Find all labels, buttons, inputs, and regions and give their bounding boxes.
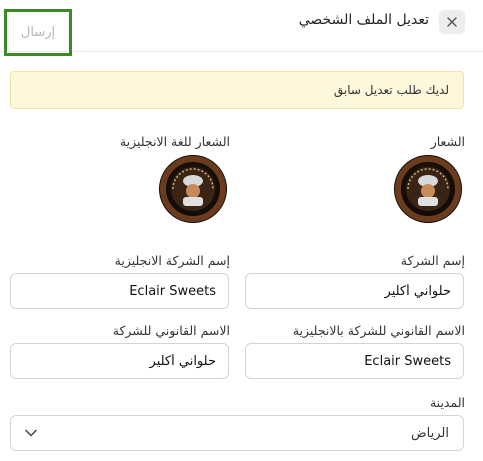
legal-name-field[interactable] [10, 343, 229, 379]
submit-button[interactable]: إرسال [21, 25, 55, 40]
company-name-en-input[interactable] [23, 283, 216, 299]
city-select[interactable]: الرياض [10, 415, 464, 451]
company-name-en-field[interactable] [10, 273, 229, 309]
logo-image[interactable] [394, 155, 462, 223]
company-name-input[interactable] [258, 283, 451, 299]
chevron-down-icon [25, 429, 37, 437]
legal-name-en-input[interactable] [258, 353, 451, 369]
company-name-label: إسم الشركة [400, 253, 465, 268]
bakery-logo [160, 156, 226, 222]
bakery-logo [395, 156, 461, 222]
dialog-header: تعديل الملف الشخصي إرسال [0, 0, 483, 56]
submit-highlight: إرسال [4, 9, 72, 56]
dialog-title: تعديل الملف الشخصي [298, 12, 429, 28]
close-button[interactable] [439, 10, 465, 34]
legal-name-en-label: الاسم القانوني للشركة بالانجليزية [292, 323, 465, 338]
company-name-en-label: إسم الشركة الانجليزية [114, 253, 230, 268]
logo-en-label: الشعار للغة الانجليزية [119, 134, 230, 149]
logo-en-image[interactable] [159, 155, 227, 223]
close-icon [447, 17, 457, 27]
city-label: المدينة [429, 395, 465, 410]
logo-label: الشعار [430, 134, 465, 149]
company-name-field[interactable] [245, 273, 464, 309]
legal-name-en-field[interactable] [245, 343, 464, 379]
legal-name-input[interactable] [23, 353, 216, 369]
city-selected-value: الرياض [410, 425, 449, 441]
pending-request-notice: لديك طلب تعديل سابق [10, 71, 464, 109]
notice-text: لديك طلب تعديل سابق [333, 83, 449, 97]
legal-name-label: الاسم القانوني للشركة [112, 323, 230, 338]
